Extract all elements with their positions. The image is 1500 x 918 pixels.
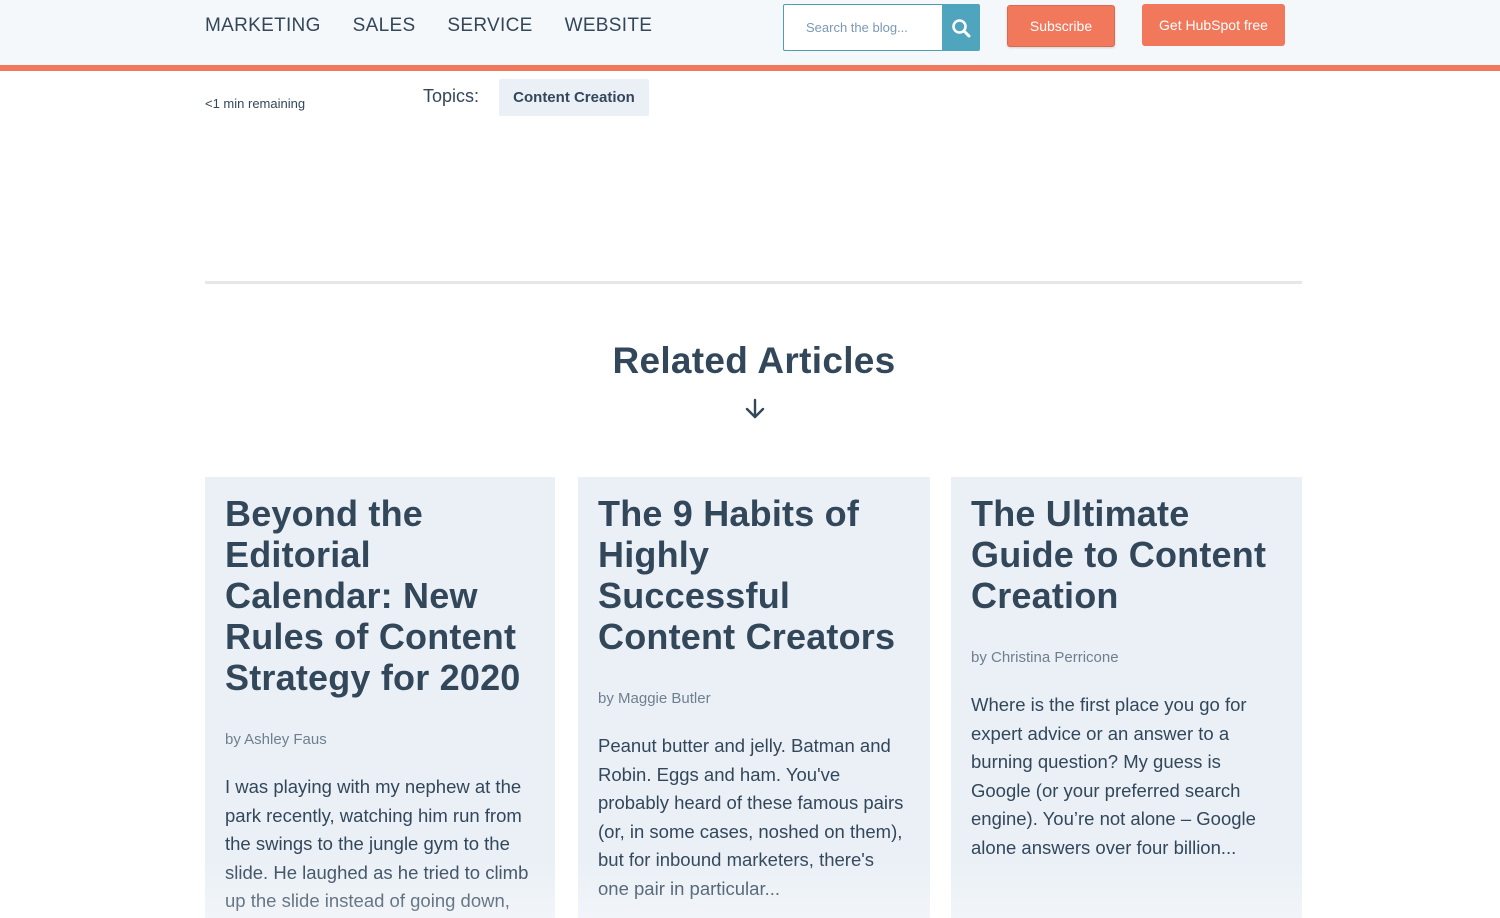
search-icon (952, 18, 971, 37)
article-excerpt: I was playing with my nephew at the park… (225, 776, 529, 911)
top-navigation-bar: MARKETING SALES SERVICE WEBSITE Subscrib… (0, 0, 1500, 65)
topic-tag-content-creation[interactable]: Content Creation (499, 79, 649, 116)
article-author: by Christina Perricone (971, 649, 1119, 666)
article-excerpt: Peanut butter and jelly. Batman and Robi… (598, 735, 904, 899)
section-divider (205, 281, 1302, 284)
article-author: by Ashley Faus (225, 731, 327, 748)
article-author: by Maggie Butler (598, 690, 711, 707)
reading-time-remaining: <1 min remaining (205, 96, 306, 111)
nav-item-website[interactable]: WEBSITE (565, 14, 653, 38)
nav-item-service[interactable]: SERVICE (447, 14, 532, 38)
arrow-down-icon (745, 398, 765, 419)
subscribe-button[interactable]: Subscribe (1007, 5, 1115, 47)
get-hubspot-free-button[interactable]: Get HubSpot free (1142, 4, 1285, 46)
article-title[interactable]: The 9 Habits of Highly Successful Conten… (598, 493, 910, 657)
related-article-card[interactable]: Beyond the Editorial Calendar: New Rules… (205, 477, 555, 918)
nav-item-marketing[interactable]: MARKETING (205, 14, 321, 38)
article-excerpt: Where is the first place you go for expe… (971, 694, 1256, 858)
accent-divider (0, 65, 1500, 71)
blog-search-input[interactable] (783, 4, 943, 51)
article-title[interactable]: The Ultimate Guide to Content Creation (971, 493, 1282, 616)
related-article-card[interactable]: The Ultimate Guide to Content Creation b… (951, 477, 1302, 918)
related-article-card[interactable]: The 9 Habits of Highly Successful Conten… (578, 477, 930, 918)
topics-label: Topics: (423, 86, 480, 106)
main-nav: MARKETING SALES SERVICE WEBSITE (205, 14, 652, 38)
search-button[interactable] (942, 4, 980, 51)
nav-item-sales[interactable]: SALES (353, 14, 416, 38)
article-title[interactable]: Beyond the Editorial Calendar: New Rules… (225, 493, 535, 698)
related-articles-heading: Related Articles (612, 340, 896, 381)
